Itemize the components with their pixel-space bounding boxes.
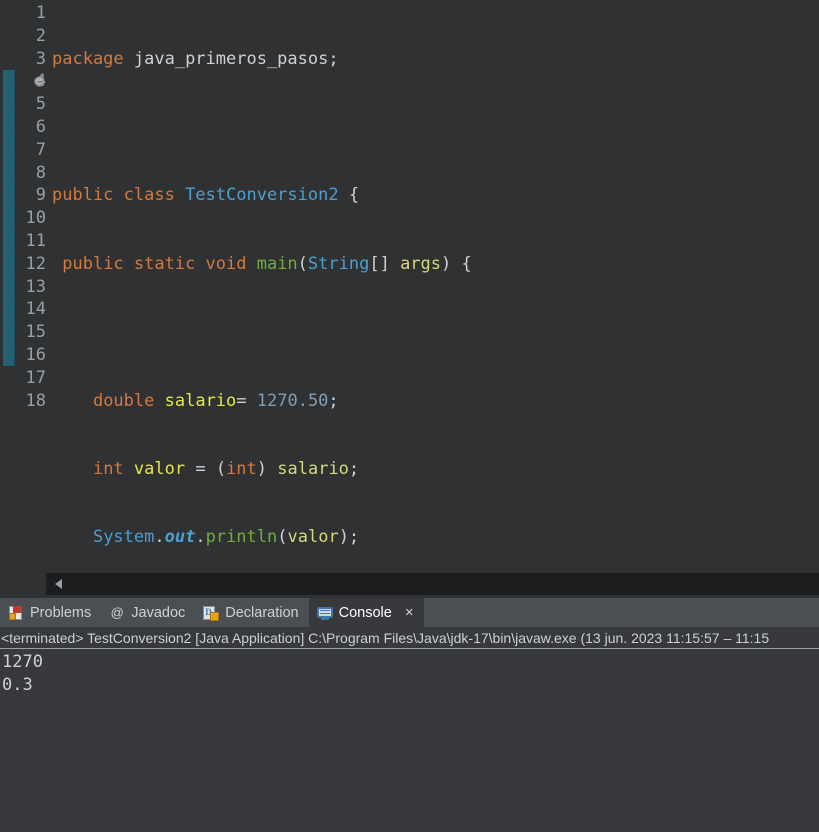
change-bar [3, 70, 15, 366]
console-icon [316, 605, 333, 621]
eclipse-ide-window: 1 2 3 4 5 6 7 8 9 10 11 12 13 14 15 16 1… [0, 0, 819, 832]
line-number: 8 [35, 162, 46, 183]
tab-label: Problems [30, 604, 92, 621]
declaration-icon: D [203, 605, 220, 621]
line-number: 6 [35, 116, 46, 137]
code-line[interactable]: package java_primeros_pasos; [46, 48, 819, 71]
line-number: 13 [25, 276, 46, 297]
bottom-view-panel: Problems @ Javadoc D Declaration Console… [0, 598, 819, 832]
tab-label: Javadoc [131, 604, 186, 621]
line-number-gutter: 1 2 3 4 5 6 7 8 9 10 11 12 13 14 15 16 1… [18, 0, 46, 568]
problems-icon [8, 605, 24, 621]
line-number: 9 [35, 185, 46, 206]
code-line[interactable]: int valor = (int) salario; [46, 458, 819, 481]
scrollbar-track[interactable] [46, 573, 819, 595]
close-icon[interactable]: × [405, 605, 414, 620]
code-line[interactable]: public static void main(String[] args) { [46, 253, 819, 276]
editor-marker-column[interactable] [0, 0, 18, 568]
line-number: 15 [25, 322, 46, 343]
view-tabbar: Problems @ Javadoc D Declaration Console… [0, 598, 819, 627]
console-output[interactable]: 1270 0.3 [0, 649, 819, 832]
line-number: 5 [35, 94, 46, 115]
code-editor[interactable]: 1 2 3 4 5 6 7 8 9 10 11 12 13 14 15 16 1… [0, 0, 819, 568]
javadoc-icon: @ [110, 605, 124, 620]
editor-horizontal-scrollbar[interactable] [0, 568, 819, 598]
line-number: 18 [25, 390, 46, 411]
tab-label: Declaration [225, 604, 299, 621]
tab-declaration[interactable]: D Declaration [195, 598, 308, 627]
tab-problems[interactable]: Problems [0, 598, 101, 627]
line-number: 3 [35, 48, 46, 69]
line-number: 2 [35, 25, 46, 46]
tab-label: Console [338, 604, 392, 621]
tab-console[interactable]: Console × [308, 598, 424, 627]
console-status-text: <terminated> TestConversion2 [Java Appli… [1, 629, 770, 646]
line-number: 17 [25, 367, 46, 388]
line-number: 4 [35, 71, 46, 92]
line-number: 16 [25, 344, 46, 365]
line-number: 1 [35, 3, 46, 23]
line-number: 11 [25, 230, 46, 251]
line-number: 10 [25, 208, 46, 229]
code-content[interactable]: package java_primeros_pasos; public clas… [46, 0, 819, 568]
code-line[interactable]: System.out.println(valor); [46, 526, 819, 549]
code-line[interactable]: double salario= 1270.50; [46, 390, 819, 413]
line-number: 12 [25, 253, 46, 274]
line-number: 7 [35, 139, 46, 160]
line-number: 14 [25, 299, 46, 320]
tab-javadoc[interactable]: @ Javadoc [101, 598, 195, 627]
scroll-left-arrow-icon[interactable] [50, 573, 66, 595]
console-status-line: <terminated> TestConversion2 [Java Appli… [0, 627, 819, 649]
code-line[interactable] [46, 116, 819, 139]
code-line[interactable] [46, 321, 819, 344]
code-line[interactable]: public class TestConversion2 { [46, 184, 819, 207]
